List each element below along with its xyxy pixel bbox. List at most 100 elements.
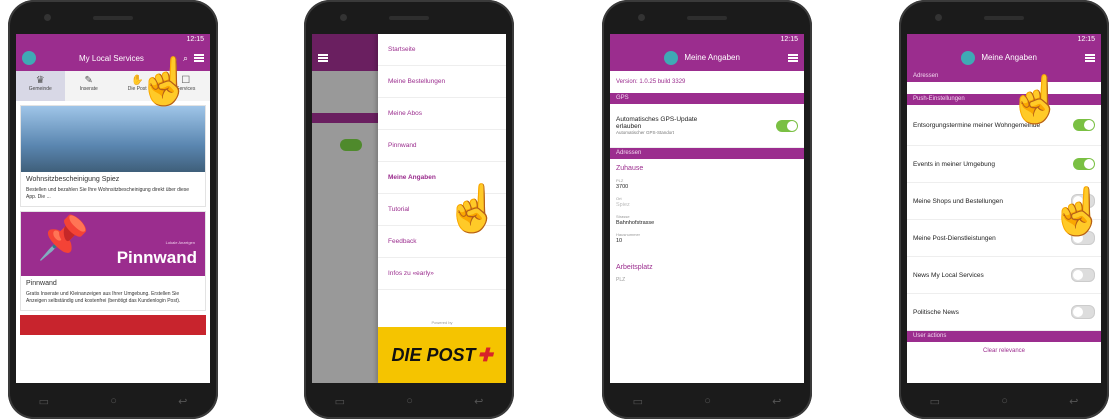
menu-item-abos[interactable]: Meine Abos xyxy=(378,98,506,130)
field-label: PLZ xyxy=(616,178,624,183)
nav-bar: ▭ ○ ↩ xyxy=(899,383,1109,419)
card-wohnsitz[interactable]: Wohnsitzbescheinigung Spiez Bestellen un… xyxy=(20,105,206,207)
back-icon[interactable]: ↩ xyxy=(474,395,483,408)
spiez-photo xyxy=(21,106,205,172)
ort-field[interactable]: Spiez xyxy=(610,201,804,210)
card-title: Wohnsitzbescheinigung Spiez xyxy=(26,176,120,183)
recent-icon[interactable]: ▭ xyxy=(39,395,49,408)
menu-item-startseite[interactable]: Startseite xyxy=(378,34,506,66)
field-label: Ort xyxy=(616,196,622,201)
app-bar: Meine Angaben xyxy=(907,45,1101,71)
camera xyxy=(638,14,645,21)
recent-icon[interactable]: ▭ xyxy=(335,395,345,408)
section-gps: GPS xyxy=(610,93,804,104)
push-toggle-entsorgung[interactable] xyxy=(1073,119,1095,131)
camera xyxy=(935,14,942,21)
menu-item-infos[interactable]: Infos zu «early» xyxy=(378,258,506,290)
menu-item-pinnwand[interactable]: Pinnwand xyxy=(378,130,506,162)
phone-1: 12:15 My Local Services ⌕ ♛ Gemeinde ✎ Ins… xyxy=(8,0,218,419)
strasse-field[interactable]: Bahnhofstrasse xyxy=(610,219,804,228)
push-label: Politische News xyxy=(913,308,959,316)
section-adressen: Adressen xyxy=(610,148,804,159)
nav-bar: ▭ ○ ↩ xyxy=(602,383,812,419)
phone-4: 12:15 Meine Angaben Adressen Push-Einste… xyxy=(899,0,1109,419)
camera xyxy=(340,14,347,21)
powered-by: Powered by xyxy=(431,320,453,325)
push-label: Meine Shops und Bestellungen xyxy=(913,197,1003,205)
post-logo-text: DIE POST xyxy=(391,344,476,365)
pointing-hand-icon: ☝ xyxy=(444,182,502,234)
app-logo-icon xyxy=(22,51,36,65)
phone-2: 12:15 Startseite Meine Bestellungen Mein… xyxy=(304,0,514,419)
tab-inserate[interactable]: ✎ Inserate xyxy=(65,71,114,101)
menu-item-bestellungen[interactable]: Meine Bestellungen xyxy=(378,66,506,98)
pushpin-icon: 📌 xyxy=(37,214,90,261)
app-title: Meine Angaben xyxy=(616,51,788,65)
menu-icon[interactable] xyxy=(318,54,328,62)
status-bar: 12:15 xyxy=(907,34,1101,45)
address-spacer xyxy=(907,82,1101,94)
recent-icon[interactable]: ▭ xyxy=(930,395,940,408)
push-row: News My Local Services xyxy=(907,257,1101,294)
tab-label: Inserate xyxy=(79,86,98,92)
push-toggle-events[interactable] xyxy=(1073,158,1095,170)
card-desc: Bestellen und bezahlen Sie Ihre Wohnsitz… xyxy=(26,187,190,200)
back-icon[interactable]: ↩ xyxy=(178,395,187,408)
home-icon[interactable]: ○ xyxy=(406,395,413,407)
speaker xyxy=(687,16,727,20)
pin-icon: ✎ xyxy=(84,75,93,86)
work-plz-label: PLZ xyxy=(616,277,626,283)
push-toggle-news[interactable] xyxy=(1071,268,1095,282)
dim-toggle xyxy=(340,139,362,151)
banner-title: Pinnwand xyxy=(116,248,197,267)
push-row: Entsorgungstermine meiner Wohngemeinde xyxy=(907,105,1101,146)
nav-bar: ▭ ○ ↩ xyxy=(304,383,514,419)
app-logo-icon xyxy=(664,51,679,65)
speaker xyxy=(984,16,1024,20)
section-adressen: Adressen xyxy=(907,71,1101,82)
back-icon[interactable]: ↩ xyxy=(1069,395,1078,408)
status-bar: 12:15 xyxy=(610,34,804,45)
field-label: Hausnummer xyxy=(616,232,641,237)
card-pinnwand[interactable]: 📌 Lokale Anzeigen Pinnwand Pinnwand Grat… xyxy=(20,211,206,311)
speaker xyxy=(93,16,133,20)
plz-field[interactable]: 3700 xyxy=(610,183,804,192)
tab-label: Gemeinde xyxy=(28,86,52,92)
recent-icon[interactable]: ▭ xyxy=(633,395,643,408)
app-title-text: Meine Angaben xyxy=(684,53,740,63)
tab-gemeinde[interactable]: ♛ Gemeinde xyxy=(16,71,65,101)
nav-bar: ▭ ○ ↩ xyxy=(8,383,218,419)
gps-text: Automatisches GPS-Update erlauben Automat… xyxy=(616,116,776,135)
gps-sub: Automatischer GPS-Standort xyxy=(616,130,675,135)
back-icon[interactable]: ↩ xyxy=(772,395,781,408)
hausnummer-field[interactable]: 10 xyxy=(610,237,804,246)
pointing-hand-icon: ☝ xyxy=(1049,185,1107,237)
menu-icon[interactable] xyxy=(194,54,204,62)
home-heading[interactable]: Zuhause xyxy=(610,159,804,174)
camera xyxy=(44,14,51,21)
phone-3: 12:15 Meine Angaben Version: 1.0.25 buil… xyxy=(602,0,812,419)
home-icon[interactable]: ○ xyxy=(110,395,117,407)
section-actions: User actions xyxy=(907,331,1101,342)
speaker xyxy=(389,16,429,20)
home-icon[interactable]: ○ xyxy=(704,395,711,407)
menu-icon[interactable] xyxy=(788,54,798,62)
push-label: Meine Post-Dienstleistungen xyxy=(913,234,996,242)
screen-angaben: 12:15 Meine Angaben Version: 1.0.25 buil… xyxy=(610,34,804,383)
app-bar: Meine Angaben xyxy=(610,45,804,71)
app-title: Meine Angaben xyxy=(913,51,1085,65)
menu-icon[interactable] xyxy=(1085,54,1095,62)
push-row: Events in meiner Umgebung xyxy=(907,146,1101,183)
push-row: Politische News xyxy=(907,294,1101,331)
clear-relevance-button[interactable]: Clear relevance xyxy=(907,342,1101,360)
card-title: Pinnwand xyxy=(26,280,57,287)
section-push: Push-Einstellungen xyxy=(907,94,1101,105)
field-label: Strasse xyxy=(616,214,630,219)
home-icon[interactable]: ○ xyxy=(1001,395,1008,407)
post-logo: DIE POST ✚ xyxy=(378,327,506,383)
push-toggle-politik[interactable] xyxy=(1071,305,1095,319)
gps-row: Automatisches GPS-Update erlauben Automat… xyxy=(610,104,804,148)
gps-toggle[interactable] xyxy=(776,119,798,132)
pointing-hand-icon: ☝ xyxy=(1007,73,1065,125)
work-heading[interactable]: Arbeitsplatz xyxy=(610,258,804,273)
